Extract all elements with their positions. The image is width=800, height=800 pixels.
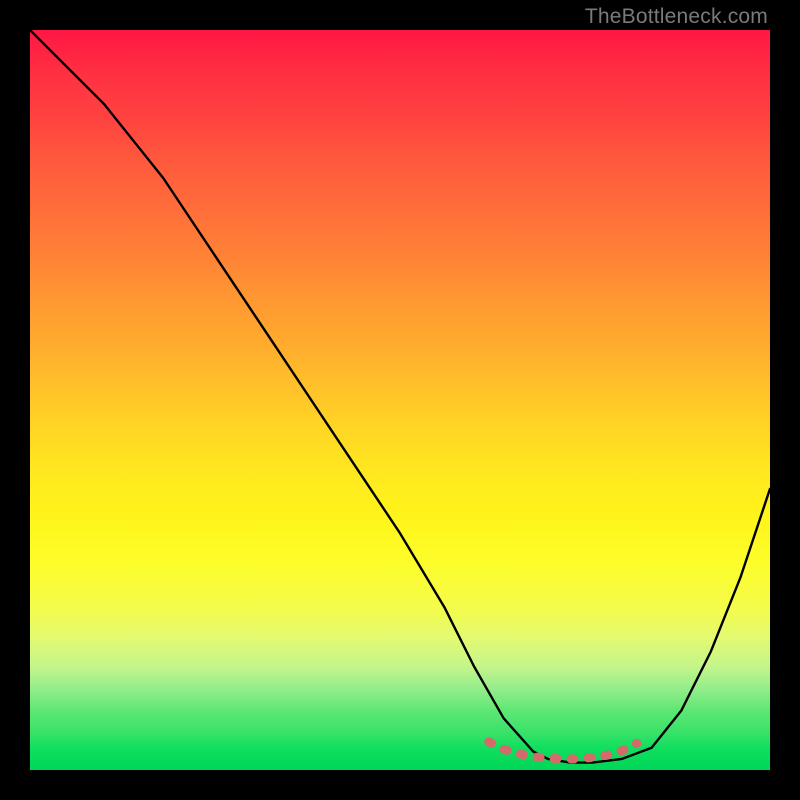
watermark-text: TheBottleneck.com xyxy=(585,5,768,29)
minimum-marker-line xyxy=(489,742,637,759)
chart-svg xyxy=(30,30,770,770)
bottleneck-curve-line xyxy=(30,30,770,763)
chart-frame xyxy=(30,30,770,770)
